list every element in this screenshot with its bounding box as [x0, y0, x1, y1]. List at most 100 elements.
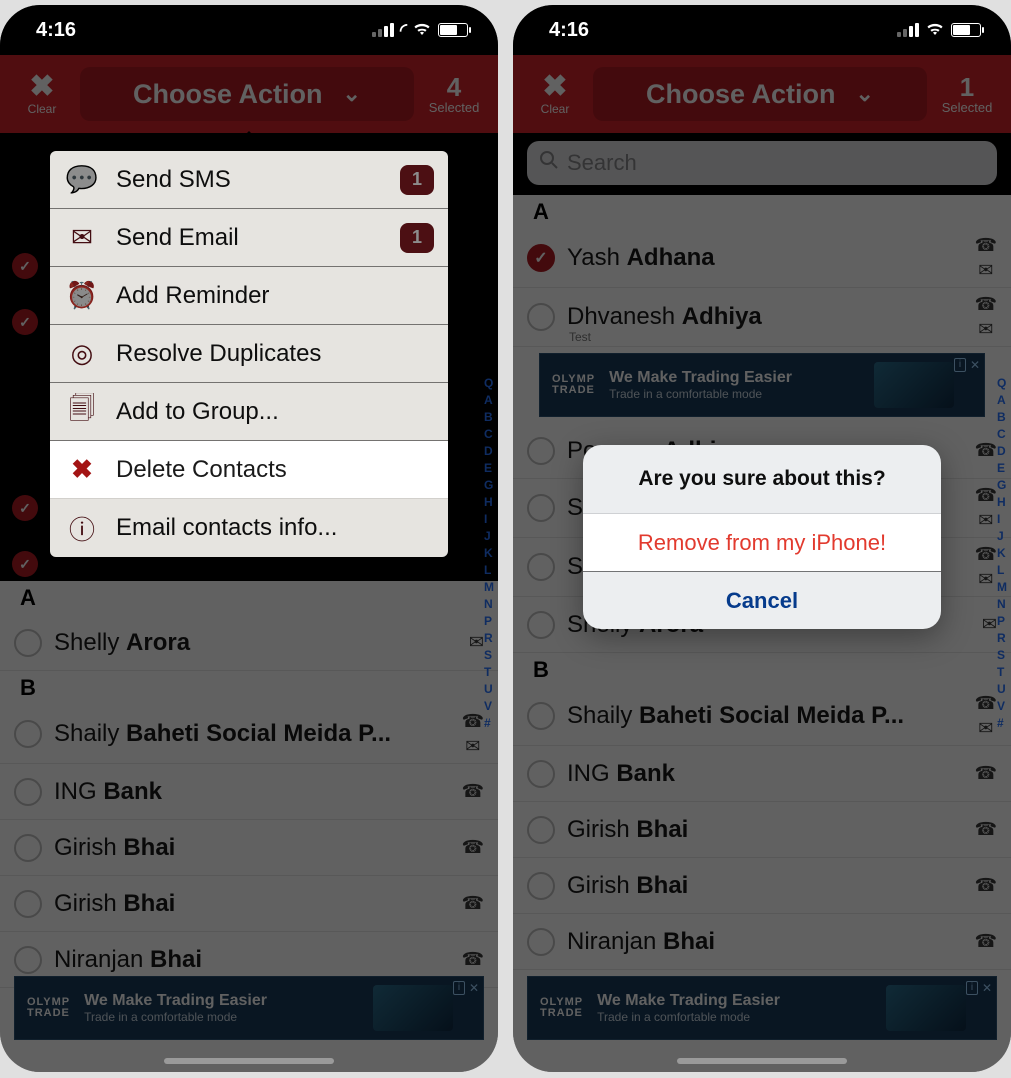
contact-row[interactable]: Girish Bhai	[513, 802, 1011, 858]
select-radio[interactable]	[527, 244, 555, 272]
index-letter[interactable]: B	[484, 409, 494, 426]
select-radio[interactable]	[14, 778, 42, 806]
index-letter[interactable]: M	[484, 579, 494, 596]
ad-close-icon[interactable]: ✕	[469, 981, 479, 995]
index-letter[interactable]: L	[997, 562, 1007, 579]
select-radio[interactable]	[527, 928, 555, 956]
index-letter[interactable]: I	[997, 511, 1007, 528]
select-radio[interactable]	[14, 629, 42, 657]
menu-item-add-reminder[interactable]: ⏰Add Reminder	[50, 267, 448, 325]
index-letter[interactable]: J	[484, 528, 494, 545]
ad-info-icon[interactable]: i	[966, 981, 978, 995]
ad-close-icon[interactable]: ✕	[970, 358, 980, 372]
select-radio[interactable]	[527, 760, 555, 788]
contact-row[interactable]: Niranjan Bhai	[513, 914, 1011, 970]
contact-badges	[975, 440, 997, 461]
contact-row[interactable]: Dhvanesh AdhiyaTest	[513, 288, 1011, 347]
select-radio[interactable]	[14, 890, 42, 918]
contact-row[interactable]: Shaily Baheti Social Meida P...	[513, 687, 1011, 746]
ad-info-icon[interactable]: i	[453, 981, 465, 995]
index-letter[interactable]: Q	[484, 375, 494, 392]
ad-info-icon[interactable]: i	[954, 358, 966, 372]
contact-row[interactable]: ING Bank	[0, 764, 498, 820]
select-radio[interactable]	[527, 611, 555, 639]
index-letter[interactable]: V	[484, 698, 494, 715]
index-letter[interactable]: #	[997, 715, 1007, 732]
index-letter[interactable]: G	[484, 477, 494, 494]
index-letter[interactable]: S	[997, 647, 1007, 664]
menu-item-send-sms[interactable]: 💬Send SMS1	[50, 151, 448, 209]
select-radio[interactable]	[527, 872, 555, 900]
menu-item-email-contacts-info[interactable]: ⓘEmail contacts info...	[50, 499, 448, 557]
contact-row[interactable]: ING Bank	[513, 746, 1011, 802]
index-letter[interactable]: T	[484, 664, 494, 681]
contact-row[interactable]: Shelly Arora	[0, 615, 498, 671]
index-letter[interactable]: P	[484, 613, 494, 630]
index-letter[interactable]: J	[997, 528, 1007, 545]
index-letter[interactable]: S	[484, 647, 494, 664]
select-radio[interactable]	[527, 702, 555, 730]
index-letter[interactable]: A	[997, 392, 1007, 409]
contact-row[interactable]: Girish Bhai	[0, 820, 498, 876]
index-letter[interactable]: K	[997, 545, 1007, 562]
index-letter[interactable]: A	[484, 392, 494, 409]
contact-row[interactable]: Shaily Baheti Social Meida P...	[0, 705, 498, 764]
select-radio[interactable]	[527, 437, 555, 465]
select-radio[interactable]	[527, 553, 555, 581]
copy-icon: 🗐	[64, 390, 100, 434]
index-letter[interactable]: N	[484, 596, 494, 613]
menu-item-add-to-group[interactable]: 🗐Add to Group...	[50, 383, 448, 441]
remove-from-iphone-button[interactable]: Remove from my iPhone!	[583, 513, 941, 571]
index-letter[interactable]: #	[484, 715, 494, 732]
index-letter[interactable]: E	[997, 460, 1007, 477]
menu-item-send-email[interactable]: ✉Send Email1	[50, 209, 448, 267]
search-input[interactable]: Search	[527, 141, 997, 185]
index-letter[interactable]: U	[484, 681, 494, 698]
index-letter[interactable]: D	[997, 443, 1007, 460]
index-letter[interactable]: R	[997, 630, 1007, 647]
index-letter[interactable]: K	[484, 545, 494, 562]
select-radio[interactable]	[527, 494, 555, 522]
index-letter[interactable]: C	[997, 426, 1007, 443]
alphabet-index[interactable]: QABCDEGHIJKLMNPRSTUV#	[997, 375, 1007, 732]
phone-icon	[462, 893, 484, 914]
choose-action-dropdown[interactable]: Choose Action ⌄	[593, 67, 927, 121]
ad-banner[interactable]: OLYMPTRADEWe Make Trading EasierTrade in…	[539, 353, 985, 417]
menu-item-resolve-duplicates[interactable]: ◎Resolve Duplicates	[50, 325, 448, 383]
clear-button[interactable]: ✖ Clear	[525, 72, 585, 116]
index-letter[interactable]: U	[997, 681, 1007, 698]
ad-banner[interactable]: OLYMP TRADE We Make Trading Easier Trade…	[14, 976, 484, 1040]
index-letter[interactable]: M	[997, 579, 1007, 596]
menu-item-delete-contacts[interactable]: ✖Delete Contacts	[50, 441, 448, 499]
section-header: B	[513, 653, 1011, 687]
index-letter[interactable]: I	[484, 511, 494, 528]
index-letter[interactable]: E	[484, 460, 494, 477]
index-letter[interactable]: G	[997, 477, 1007, 494]
ad-banner[interactable]: OLYMP TRADE We Make Trading Easier Trade…	[527, 976, 997, 1040]
select-radio[interactable]	[527, 816, 555, 844]
select-radio[interactable]	[527, 303, 555, 331]
index-letter[interactable]: P	[997, 613, 1007, 630]
index-letter[interactable]: H	[484, 494, 494, 511]
index-letter[interactable]: H	[997, 494, 1007, 511]
index-letter[interactable]: Q	[997, 375, 1007, 392]
contact-row[interactable]: Girish Bhai	[0, 876, 498, 932]
select-radio[interactable]	[14, 720, 42, 748]
index-letter[interactable]: N	[997, 596, 1007, 613]
index-letter[interactable]: T	[997, 664, 1007, 681]
cancel-button[interactable]: Cancel	[583, 571, 941, 629]
alphabet-index[interactable]: QABCDEGHIJKLMNPRSTUV#	[484, 375, 494, 732]
index-letter[interactable]: V	[997, 698, 1007, 715]
contact-row[interactable]: Yash Adhana	[513, 229, 1011, 288]
index-letter[interactable]: D	[484, 443, 494, 460]
index-letter[interactable]: B	[997, 409, 1007, 426]
select-radio[interactable]	[14, 834, 42, 862]
contact-list[interactable]: A Yash AdhanaDhvanesh AdhiyaTest OLYMPTRAD…	[513, 195, 1011, 1072]
index-letter[interactable]: R	[484, 630, 494, 647]
clear-button[interactable]: ✖ Clear	[12, 72, 72, 116]
index-letter[interactable]: L	[484, 562, 494, 579]
index-letter[interactable]: C	[484, 426, 494, 443]
choose-action-dropdown[interactable]: Choose Action ⌄	[80, 67, 414, 121]
contact-row[interactable]: Girish Bhai	[513, 858, 1011, 914]
ad-close-icon[interactable]: ✕	[982, 981, 992, 995]
